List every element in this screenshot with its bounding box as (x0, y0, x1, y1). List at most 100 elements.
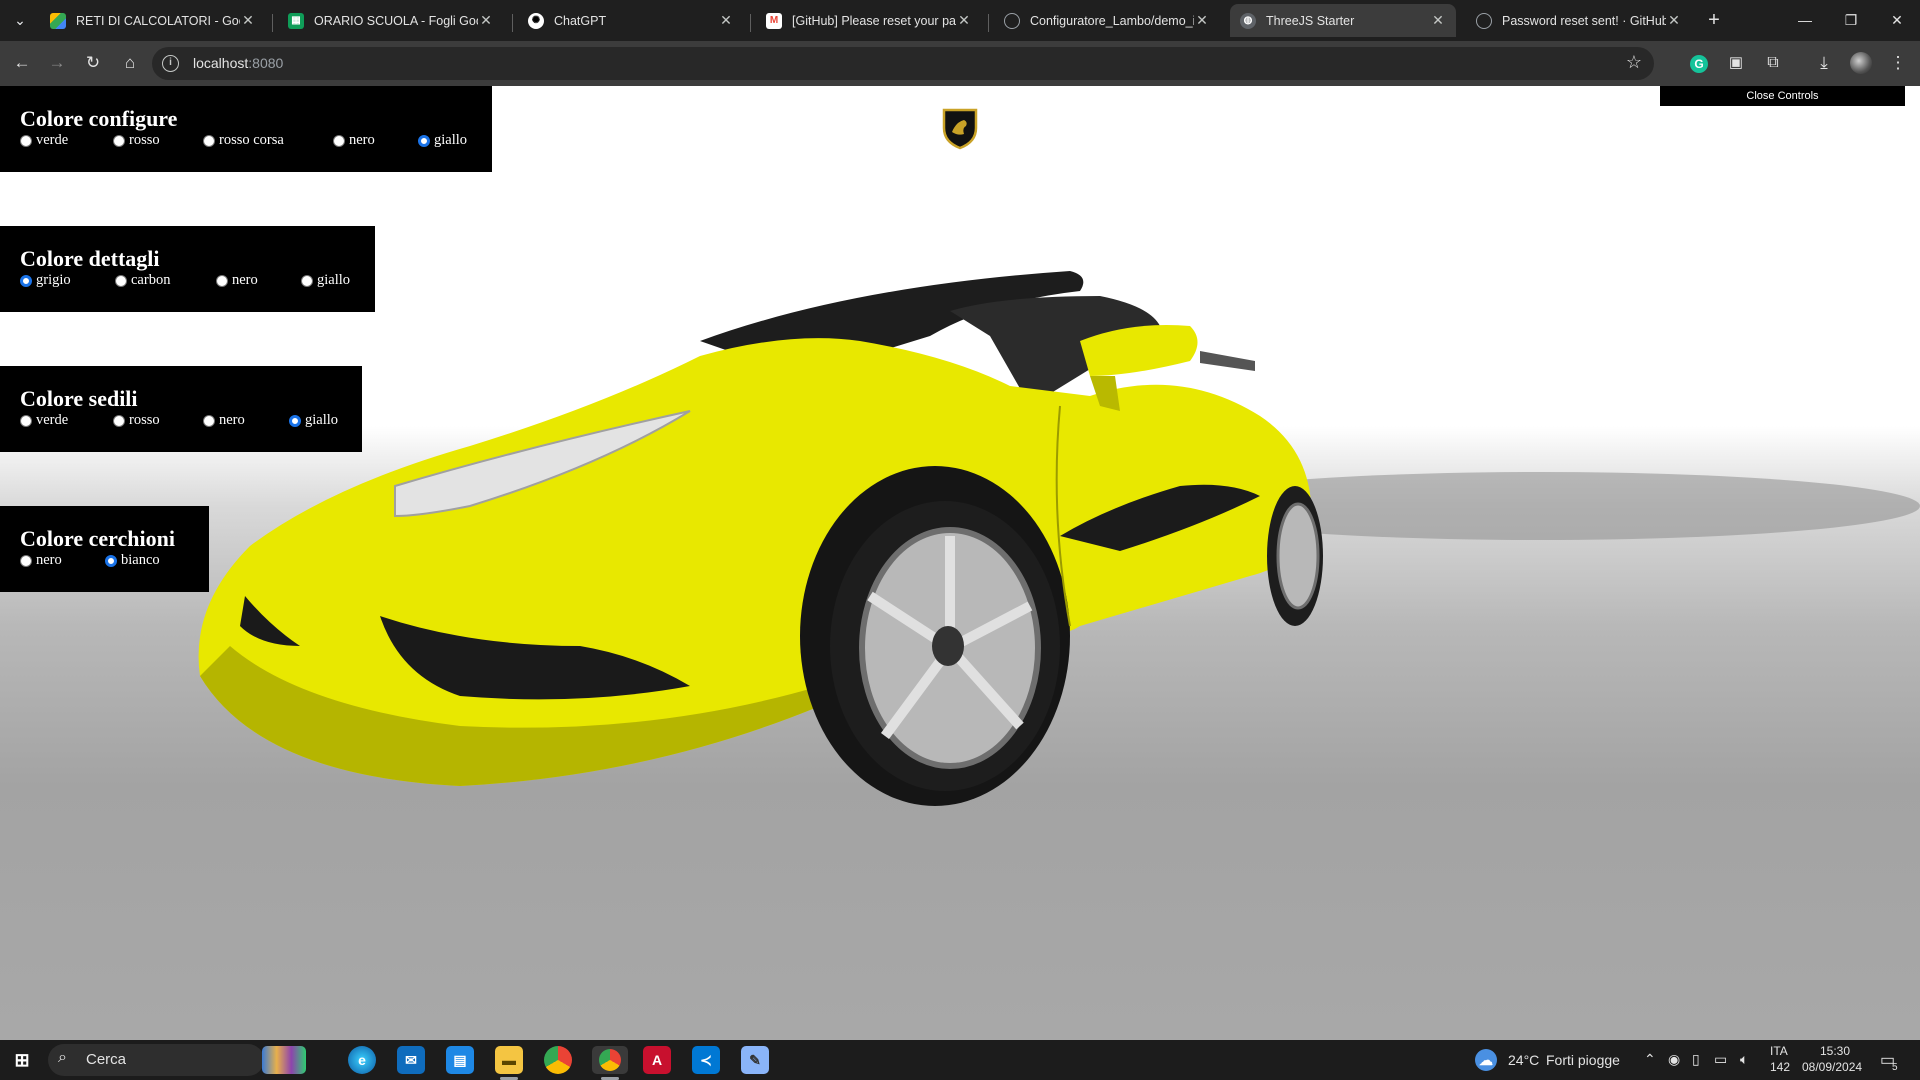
radio-button[interactable] (113, 134, 125, 147)
weather-temperature[interactable]: 24°C (1508, 1052, 1539, 1068)
radio-button[interactable] (333, 134, 345, 147)
language-indicator[interactable]: ITA (1770, 1044, 1788, 1058)
chrome-active-icon[interactable] (592, 1046, 628, 1074)
panel-colore-configure: Colore configure verde rosso rosso corsa… (0, 86, 492, 172)
clipboard-extension-icon[interactable]: ▣ (1722, 49, 1750, 77)
weather-cloud-icon[interactable]: ☁ (1475, 1049, 1497, 1071)
radio-option-bianco[interactable]: bianco (105, 552, 160, 569)
acrobat-icon[interactable]: A (643, 1046, 671, 1074)
vscode-icon[interactable]: ≺ (692, 1046, 720, 1074)
radio-button[interactable] (203, 414, 215, 427)
clock-time[interactable]: 15:30 (1820, 1044, 1850, 1058)
radio-option-giallo[interactable]: giallo (289, 412, 338, 429)
restore-icon[interactable]: ❐ (1828, 0, 1874, 41)
radio-option-nero[interactable]: nero (203, 412, 245, 429)
tab-orario-scuola[interactable]: ▦ ORARIO SCUOLA - Fogli Google ✕ (278, 4, 504, 37)
radio-option-rosso-corsa[interactable]: rosso corsa (203, 132, 284, 149)
radio-label: giallo (434, 132, 468, 148)
tab-close-icon[interactable]: ✕ (240, 12, 256, 29)
radio-button[interactable] (113, 414, 125, 427)
tab-close-icon[interactable]: ✕ (1194, 12, 1210, 29)
url-host: localhost (193, 55, 249, 71)
weather-description[interactable]: Forti piogge (1546, 1052, 1620, 1068)
radio-option-verde[interactable]: verde (20, 412, 68, 429)
tab-search-chevron-icon[interactable]: ⌄ (8, 8, 32, 32)
radio-button[interactable] (301, 274, 313, 287)
tab-close-icon[interactable]: ✕ (956, 12, 972, 29)
download-icon[interactable]: ⤓ (1810, 49, 1838, 77)
site-info-icon[interactable]: i (162, 55, 179, 72)
profile-avatar[interactable] (1847, 49, 1875, 77)
volume-icon[interactable]: 🔈︎ (1740, 1051, 1748, 1068)
tab-reti-di-calcolatori[interactable]: RETI DI CALCOLATORI - Google ✕ (40, 4, 266, 37)
radio-button[interactable] (115, 274, 127, 287)
radio-option-nero[interactable]: nero (20, 552, 62, 569)
radio-label: rosso (129, 132, 160, 148)
chrome-icon[interactable] (544, 1046, 572, 1074)
windows-start-icon[interactable]: ⊞ (8, 1046, 36, 1074)
file-explorer-icon[interactable]: ▬ (495, 1046, 523, 1074)
edge-icon[interactable]: e (348, 1046, 376, 1074)
tab-chatgpt[interactable]: ✺ ChatGPT ✕ (518, 4, 744, 37)
minimize-icon[interactable]: — (1782, 0, 1828, 41)
tab-close-icon[interactable]: ✕ (718, 12, 734, 29)
tray-camera-icon[interactable]: ▯ (1692, 1051, 1700, 1068)
radio-option-carbon[interactable]: carbon (115, 272, 170, 289)
back-arrow-icon[interactable]: ← (8, 49, 36, 77)
radio-option-rosso[interactable]: rosso (113, 132, 160, 149)
grammarly-extension-icon[interactable]: G (1685, 49, 1713, 77)
home-icon[interactable]: ⌂ (116, 49, 144, 77)
radio-button[interactable] (20, 134, 32, 147)
panel-colore-sedili: Colore sedili verde rosso nero giallo (0, 366, 362, 452)
forward-arrow-icon[interactable]: → (43, 49, 71, 77)
tab-separator (512, 14, 513, 32)
radio-option-giallo[interactable]: giallo (418, 132, 467, 149)
keyboard-layout[interactable]: 142 (1770, 1060, 1790, 1074)
tab-close-icon[interactable]: ✕ (478, 12, 494, 29)
url-text[interactable]: localhost:8080 (193, 55, 283, 71)
tab-github-email[interactable]: M [GitHub] Please reset your pass ✕ (756, 4, 982, 37)
search-icon: ⌕ (58, 1049, 67, 1066)
radio-button[interactable] (20, 554, 32, 567)
tray-record-icon[interactable]: ◉ (1668, 1051, 1680, 1068)
panel-title: Colore cerchioni (20, 526, 175, 551)
store-icon[interactable]: ▤ (446, 1046, 474, 1074)
radio-label: rosso (129, 412, 160, 428)
tab-close-icon[interactable]: ✕ (1430, 12, 1446, 29)
bookmark-star-icon[interactable]: ☆ (1626, 52, 1642, 73)
notification-count: 5 (1892, 1062, 1898, 1073)
radio-button[interactable] (20, 414, 32, 427)
radio-option-giallo[interactable]: giallo (301, 272, 350, 289)
network-icon[interactable]: ▭ (1714, 1051, 1727, 1068)
mail-icon[interactable]: ✉ (397, 1046, 425, 1074)
radio-option-nero[interactable]: nero (333, 132, 375, 149)
reload-icon[interactable]: ↻ (79, 49, 107, 77)
new-tab-plus-icon[interactable]: + (1702, 8, 1726, 32)
radio-button-selected[interactable] (289, 414, 301, 427)
taskbar-search[interactable]: ⌕ Cerca (48, 1044, 264, 1076)
books-widget-icon[interactable] (262, 1046, 306, 1074)
close-controls-button[interactable]: Close Controls (1660, 86, 1905, 106)
browser-menu-icon[interactable]: ⋮ (1884, 49, 1912, 77)
radio-button-selected[interactable] (20, 274, 32, 287)
radio-option-verde[interactable]: verde (20, 132, 68, 149)
clock-date[interactable]: 08/09/2024 (1802, 1060, 1862, 1074)
radio-button[interactable] (203, 134, 215, 147)
radio-option-grigio[interactable]: grigio (20, 272, 71, 289)
radio-option-rosso[interactable]: rosso (113, 412, 160, 429)
address-bar[interactable]: i localhost:8080 ☆ (152, 47, 1654, 80)
tab-close-icon[interactable]: ✕ (1666, 12, 1682, 29)
paint-icon[interactable]: ✎ (741, 1046, 769, 1074)
radio-button-selected[interactable] (418, 134, 430, 147)
search-placeholder: Cerca (86, 1051, 127, 1068)
tab-password-reset[interactable]: Password reset sent! · GitHub ✕ (1466, 4, 1692, 37)
extensions-puzzle-icon[interactable]: ⧉ (1759, 49, 1787, 77)
tab-configuratore-lambo[interactable]: Configuratore_Lambo/demo_in ✕ (994, 4, 1220, 37)
radio-button[interactable] (216, 274, 228, 287)
radio-option-nero[interactable]: nero (216, 272, 258, 289)
radio-button-selected[interactable] (105, 554, 117, 567)
radio-label: giallo (305, 412, 339, 428)
close-window-icon[interactable]: ✕ (1874, 0, 1920, 41)
tray-chevron-up-icon[interactable]: ⌃ (1644, 1051, 1656, 1068)
tab-threejs-starter[interactable]: ◍ ThreeJS Starter ✕ (1230, 4, 1456, 37)
